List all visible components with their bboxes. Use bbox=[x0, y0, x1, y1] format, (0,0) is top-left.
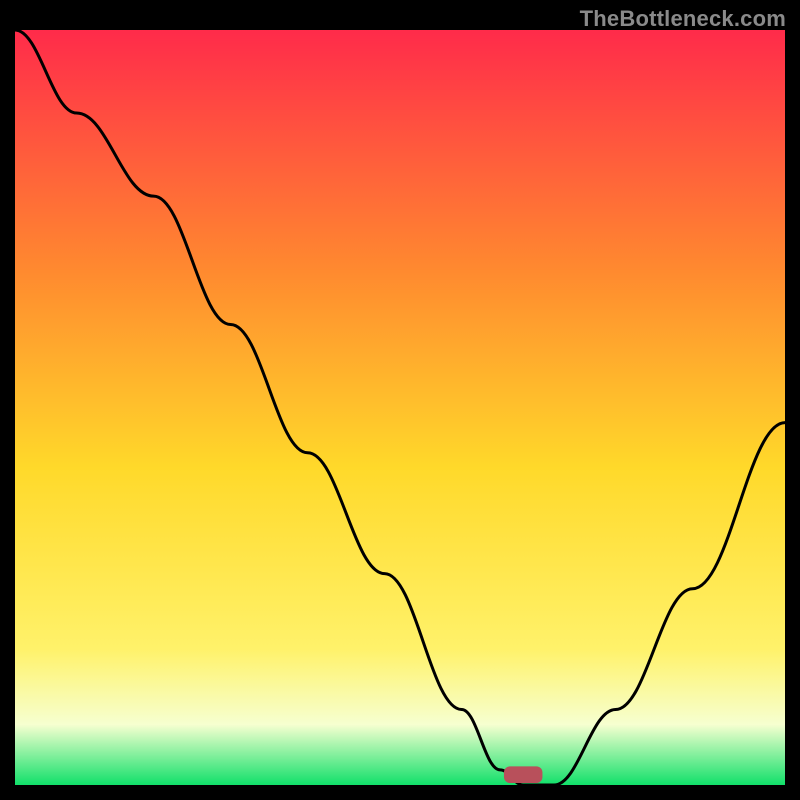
chart-svg bbox=[15, 30, 785, 785]
chart-background-gradient bbox=[15, 30, 785, 785]
chart-frame bbox=[15, 30, 785, 785]
optimal-marker bbox=[504, 766, 543, 783]
watermark-text: TheBottleneck.com bbox=[580, 6, 786, 32]
